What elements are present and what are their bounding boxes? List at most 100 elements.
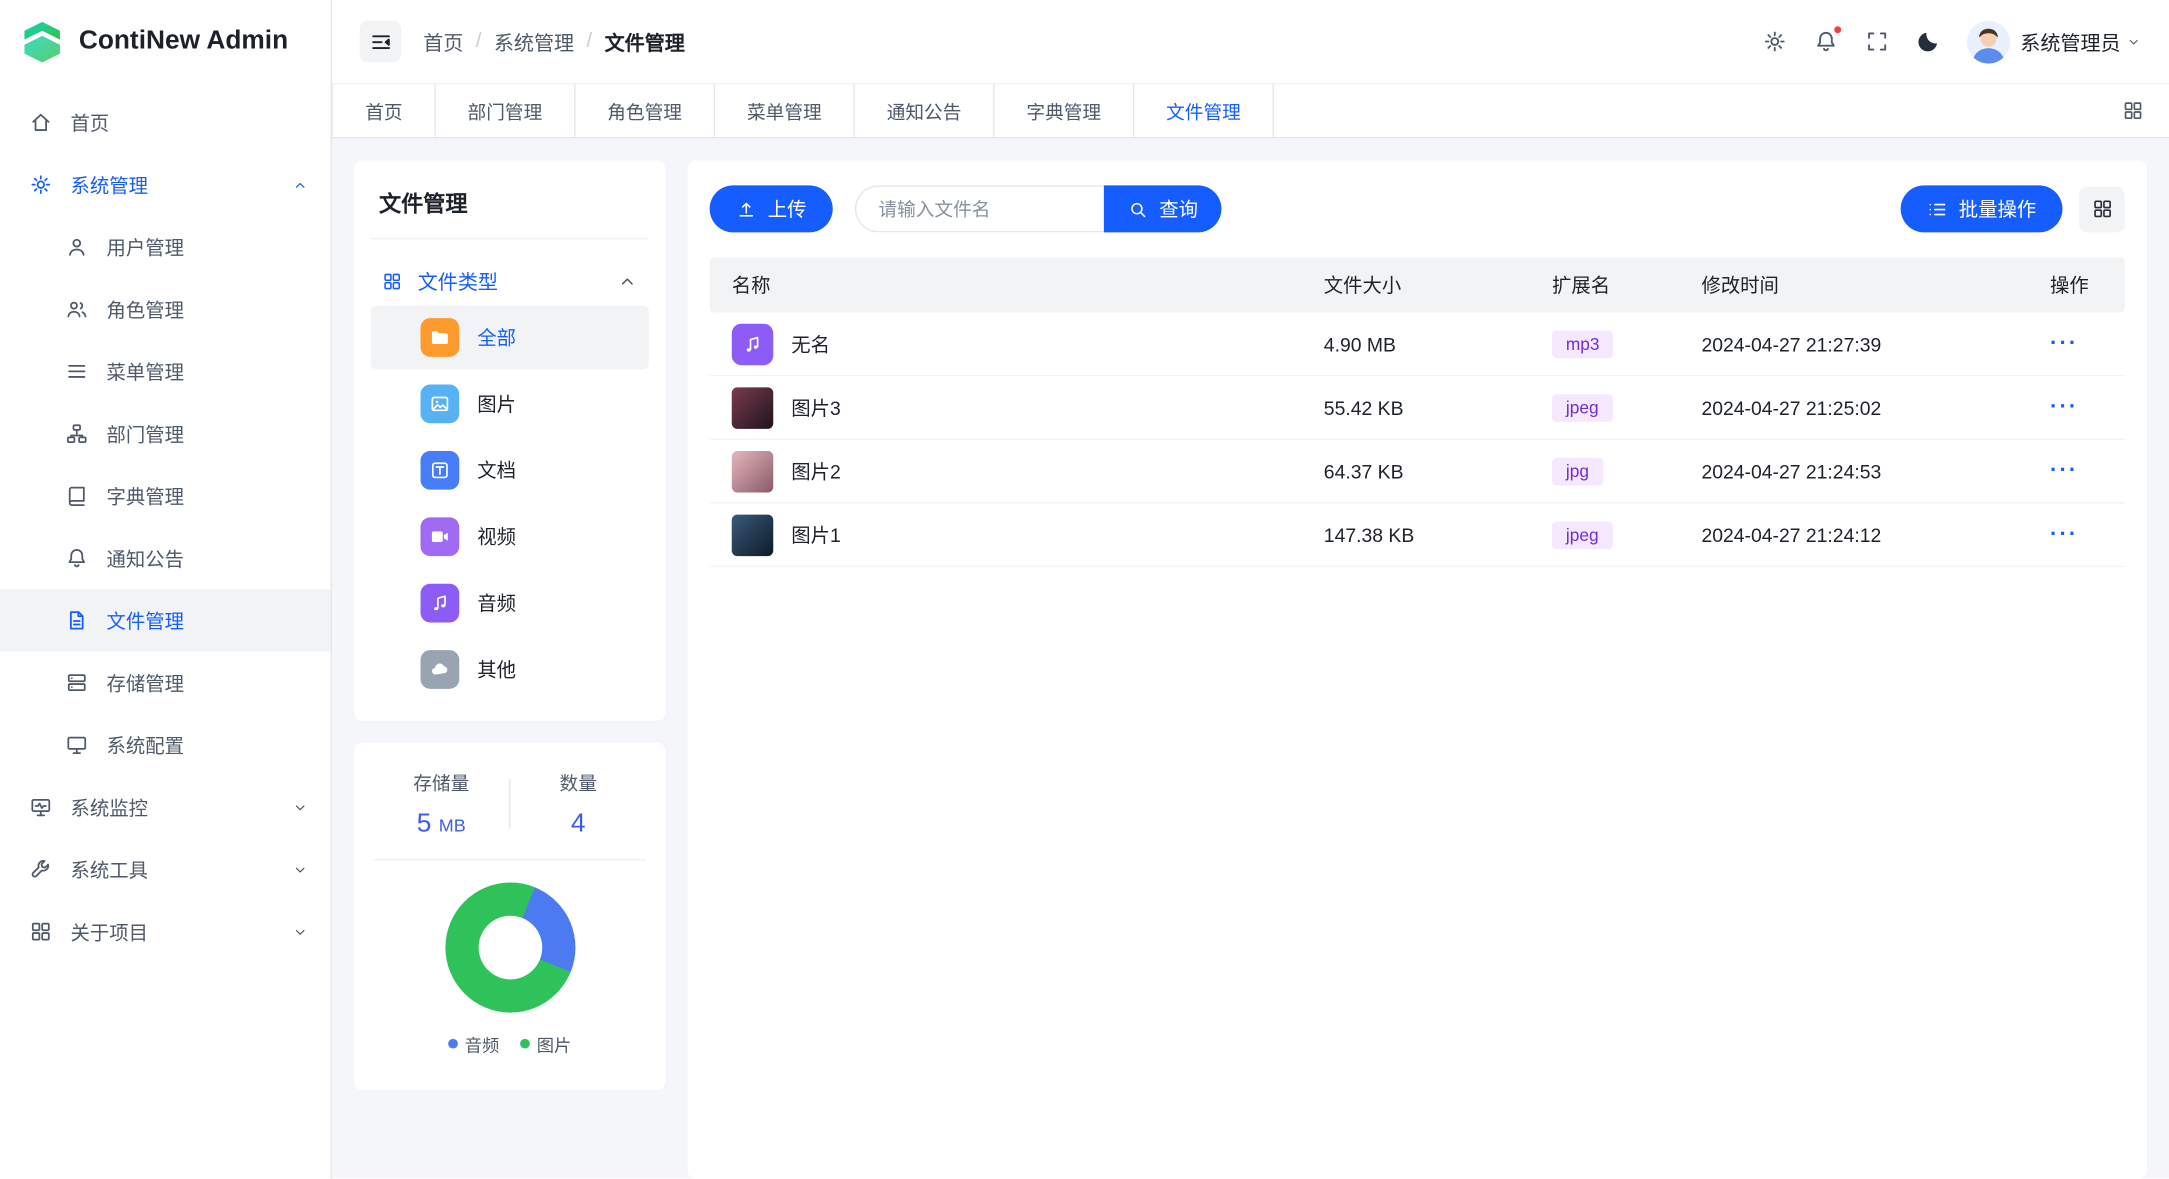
- sidebar-item-notice[interactable]: 通知公告: [0, 527, 331, 589]
- chevron-down-icon: [292, 799, 309, 816]
- top-bar: 首页/系统管理/文件管理 系统管理员: [332, 0, 2169, 83]
- file-size: 147.38 KB: [1302, 524, 1530, 546]
- tab-dept[interactable]: 部门管理: [436, 84, 576, 137]
- breadcrumb-item[interactable]: 首页: [423, 27, 463, 56]
- home-icon: [28, 111, 53, 135]
- table-body: 无名 4.90 MB mp3 2024-04-27 21:27:39 ··· 图…: [710, 313, 2125, 568]
- content: 文件管理 文件类型 全部 图片 文档 视频 音频 其他: [332, 138, 2169, 1178]
- breadcrumb-item[interactable]: 文件管理: [605, 27, 685, 56]
- storage-value: 5 MB: [373, 809, 509, 839]
- sidebar-item-role-mgmt[interactable]: 角色管理: [0, 278, 331, 340]
- file-type-panel: 文件管理 文件类型 全部 图片 文档 视频 音频 其他: [354, 160, 665, 1178]
- legend-item[interactable]: 图片: [520, 1031, 571, 1057]
- table-row: 图片1 147.38 KB jpeg 2024-04-27 21:24:12 ·…: [710, 504, 2125, 568]
- app-logo[interactable]: ContiNew Admin: [0, 0, 331, 83]
- file-size: 64.37 KB: [1302, 460, 1530, 482]
- sidebar-item-home[interactable]: 首页: [0, 91, 331, 153]
- grid-view-icon: [2091, 198, 2113, 220]
- query-button[interactable]: 查询: [1104, 185, 1222, 232]
- file-size: 4.90 MB: [1302, 333, 1530, 355]
- column-header: 扩展名: [1530, 271, 1679, 299]
- tab-options-button[interactable]: [2114, 91, 2153, 130]
- music-icon: [732, 323, 773, 364]
- sidebar-item-storage-mgmt[interactable]: 存储管理: [0, 652, 331, 714]
- bell-icon: [64, 546, 89, 570]
- file-type-group-header[interactable]: 文件类型: [371, 259, 649, 303]
- row-more-button[interactable]: ···: [2050, 459, 2078, 483]
- sidebar-item-about[interactable]: 关于项目: [0, 901, 331, 963]
- tab-home[interactable]: 首页: [332, 84, 436, 137]
- tab-dict[interactable]: 字典管理: [995, 84, 1135, 137]
- chevron-up-icon: [617, 270, 638, 291]
- video-icon: [421, 517, 460, 556]
- table-toolbar: 上传 查询 批量操作: [710, 185, 2125, 232]
- settings-icon[interactable]: [1762, 29, 1787, 54]
- file-type-item-video[interactable]: 视频: [371, 505, 649, 569]
- sidebar-item-system-tools[interactable]: 系统工具: [0, 838, 331, 900]
- file-icon: [64, 609, 89, 633]
- tab-tools: [2114, 84, 2153, 137]
- app-root: ContiNew Admin 首页 系统管理 用户管理 角色管理 菜单管理 部门…: [0, 0, 2169, 1179]
- tree-icon: [64, 422, 89, 446]
- grid-view-toggle-button[interactable]: [2079, 186, 2125, 232]
- dark-mode-icon[interactable]: [1915, 29, 1940, 54]
- table-row: 图片2 64.37 KB jpg 2024-04-27 21:24:53 ···: [710, 440, 2125, 504]
- storage-stat: 存储量 5 MB: [373, 768, 509, 840]
- sidebar-collapse-button[interactable]: [360, 21, 401, 62]
- search-icon: [1127, 199, 1148, 220]
- modified-time: 2024-04-27 21:24:53: [1679, 460, 2028, 482]
- sidebar-menu: 首页 系统管理 用户管理 角色管理 菜单管理 部门管理 字典管理 通知公告 文件…: [0, 83, 331, 1179]
- file-name: 图片3: [791, 394, 841, 422]
- storage-icon: [64, 671, 89, 695]
- extension-tag: mp3: [1552, 330, 1613, 358]
- user-menu[interactable]: 系统管理员: [1966, 20, 2141, 63]
- panel-title: 文件管理: [371, 185, 649, 218]
- divider: [371, 238, 649, 239]
- chevron-down-icon: [292, 923, 309, 940]
- sidebar-item-menu-mgmt[interactable]: 菜单管理: [0, 340, 331, 402]
- file-name: 图片1: [791, 521, 841, 549]
- row-more-button[interactable]: ···: [2050, 522, 2078, 546]
- sidebar-item-file-mgmt[interactable]: 文件管理: [0, 589, 331, 651]
- column-header: 操作: [2028, 271, 2125, 299]
- tab-menu[interactable]: 菜单管理: [715, 84, 855, 137]
- modified-time: 2024-04-27 21:24:12: [1679, 524, 2028, 546]
- file-type-item-image[interactable]: 图片: [371, 372, 649, 436]
- file-type-item-doc[interactable]: 文档: [371, 439, 649, 503]
- table-row: 图片3 55.42 KB jpeg 2024-04-27 21:25:02 ··…: [710, 376, 2125, 440]
- row-more-button[interactable]: ···: [2050, 395, 2078, 419]
- tab-file[interactable]: 文件管理: [1134, 84, 1274, 137]
- file-type-card: 文件管理 文件类型 全部 图片 文档 视频 音频 其他: [354, 160, 665, 720]
- file-table: 名称文件大小扩展名修改时间操作 无名 4.90 MB mp3 2024-04-2…: [710, 257, 2125, 1156]
- sidebar-item-user-mgmt[interactable]: 用户管理: [0, 216, 331, 278]
- breadcrumb-item[interactable]: 系统管理: [494, 27, 574, 56]
- tab-role[interactable]: 角色管理: [575, 84, 715, 137]
- notifications-icon[interactable]: [1813, 29, 1838, 54]
- legend-item[interactable]: 音频: [448, 1031, 499, 1057]
- tab-bar: 首页部门管理角色管理菜单管理通知公告字典管理文件管理: [332, 83, 2169, 138]
- app-title: ContiNew Admin: [79, 26, 288, 56]
- tab-notice[interactable]: 通知公告: [855, 84, 995, 137]
- file-type-item-other[interactable]: 其他: [371, 638, 649, 702]
- row-more-button[interactable]: ···: [2050, 331, 2078, 355]
- upload-button[interactable]: 上传: [710, 185, 833, 232]
- folder-icon: [421, 318, 460, 357]
- user-icon: [64, 235, 89, 259]
- grid-icon: [28, 920, 53, 944]
- donut-chart: [445, 883, 575, 1013]
- sidebar-item-system-management[interactable]: 系统管理: [0, 154, 331, 216]
- file-size: 55.42 KB: [1302, 396, 1530, 418]
- sidebar-item-dept-mgmt[interactable]: 部门管理: [0, 403, 331, 465]
- sidebar-item-dict-mgmt[interactable]: 字典管理: [0, 465, 331, 527]
- batch-operation-button[interactable]: 批量操作: [1901, 185, 2063, 232]
- music-icon: [421, 584, 460, 623]
- image-thumbnail: [732, 387, 773, 428]
- file-type-item-audio[interactable]: 音频: [371, 571, 649, 635]
- file-type-item-all[interactable]: 全部: [371, 306, 649, 370]
- sidebar-item-system-config[interactable]: 系统配置: [0, 714, 331, 776]
- column-header: 名称: [710, 271, 1302, 299]
- sidebar-item-system-monitor[interactable]: 系统监控: [0, 776, 331, 838]
- search-input[interactable]: [855, 185, 1104, 232]
- file-name: 图片2: [791, 457, 841, 485]
- fullscreen-icon[interactable]: [1864, 29, 1889, 54]
